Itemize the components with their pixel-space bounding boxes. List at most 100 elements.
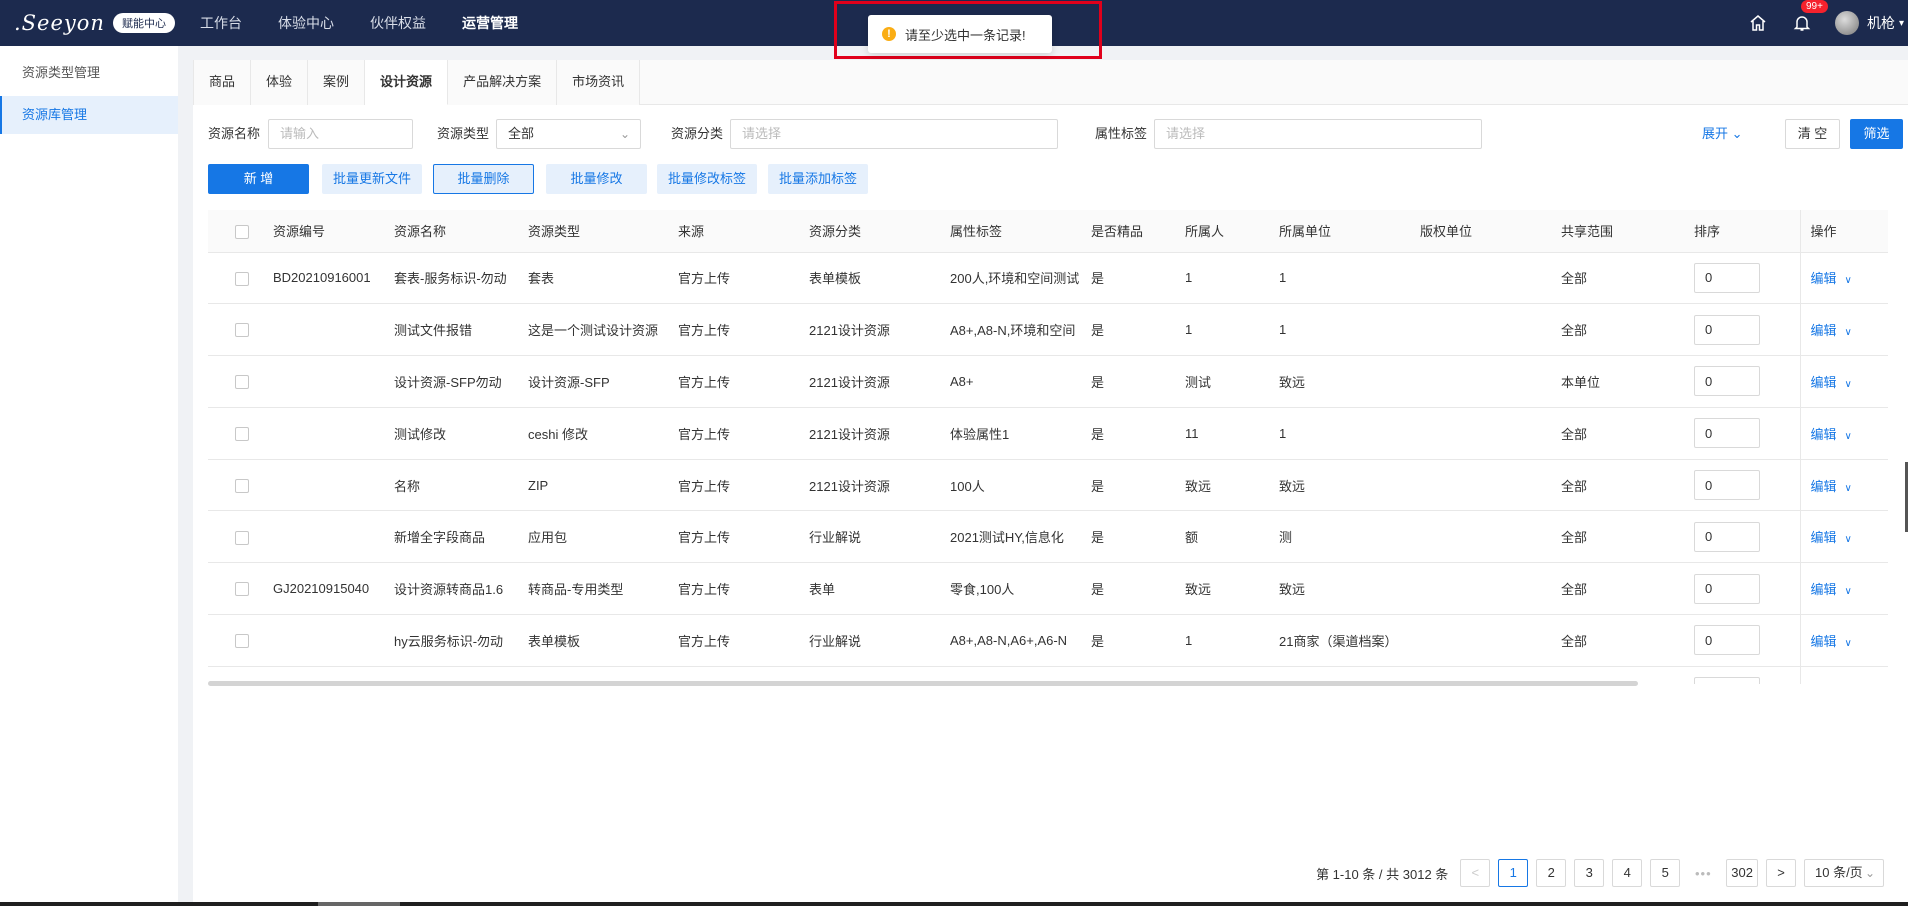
resource-name-input[interactable] xyxy=(280,120,412,147)
batch-delete-button[interactable]: 批量删除 xyxy=(433,164,534,194)
select-all-checkbox[interactable] xyxy=(235,224,249,239)
sort-input[interactable] xyxy=(1694,366,1760,397)
sort-input[interactable] xyxy=(1694,470,1760,501)
sort-input[interactable] xyxy=(1694,573,1760,604)
chevron-down-icon[interactable]: ▾ xyxy=(1899,18,1904,29)
tab-solutions[interactable]: 产品解决方案 xyxy=(448,60,558,105)
resource-type-cell: 这是一个测试设计资源 xyxy=(518,303,668,357)
attribute-tag-input[interactable] xyxy=(1166,120,1481,147)
chevron-down-icon: ⌄ xyxy=(1864,866,1875,880)
chevron-down-icon[interactable]: ∨ xyxy=(1845,586,1852,597)
page-size-select[interactable]: 10 条/页 ⌄ xyxy=(1804,859,1884,887)
edit-link[interactable]: 编辑 xyxy=(1811,530,1837,545)
clear-button[interactable]: 清 空 xyxy=(1785,119,1840,149)
row-checkbox[interactable] xyxy=(235,530,249,545)
page-button[interactable]: 2 xyxy=(1536,859,1567,887)
table-row[interactable]: BD20210916001 套表-服务标识-勿动 套表 官方上传 表单模板 200人,环境… xyxy=(208,252,1888,305)
page-button[interactable]: 1 xyxy=(1498,859,1529,887)
category-cell: 2121设计资源 xyxy=(799,355,940,408)
edit-link[interactable]: 编辑 xyxy=(1811,582,1837,597)
horizontal-scrollbar[interactable] xyxy=(208,681,1638,686)
edit-link[interactable]: 编辑 xyxy=(1811,634,1837,649)
tab-design-resources[interactable]: 设计资源 xyxy=(365,60,449,105)
sort-cell xyxy=(1684,510,1800,564)
home-icon[interactable] xyxy=(1747,12,1769,34)
sort-input[interactable] xyxy=(1694,625,1760,656)
table-row[interactable]: 名称ZIP官方上传2121设计资源100人是致远致远全部编辑∨ xyxy=(208,459,1888,512)
row-checkbox[interactable] xyxy=(235,634,249,649)
table-row[interactable]: 测试文件报错 这是一个测试设计资源 官方上传 2121设计资源 A8+,A8-N,环境和… xyxy=(208,303,1888,357)
row-checkbox[interactable] xyxy=(235,478,249,493)
next-page-button[interactable]: > xyxy=(1766,859,1796,887)
expand-toggle[interactable]: 展开 ⌄ xyxy=(1702,118,1743,150)
row-checkbox[interactable] xyxy=(235,271,249,286)
row-checkbox[interactable] xyxy=(235,323,249,338)
nav-item-partner[interactable]: 伙伴权益 xyxy=(352,0,444,46)
edit-link[interactable]: 编辑 xyxy=(1811,427,1837,442)
sidebar-item-resource-type[interactable]: 资源类型管理 xyxy=(0,54,178,92)
table-row[interactable]: hy云服务标识-勿动 表单模板 官方上传 行业解说 A8+,A8-N,A6+,A6-N 是… xyxy=(208,614,1888,667)
edit-link[interactable]: 编辑 xyxy=(1811,375,1837,390)
nav-item-operations[interactable]: 运营管理 xyxy=(444,0,536,46)
chevron-down-icon[interactable]: ∨ xyxy=(1845,483,1852,494)
table-row[interactable]: 设计资源-SFP勿动 设计资源-SFP 官方上传 2121设计资源 A8+ 是测试 致远 本单… xyxy=(208,355,1888,408)
sort-input[interactable] xyxy=(1694,521,1760,552)
table-row[interactable]: 新增全字段商品应用包官方上传行业解说2021测试HY,信息化是额测 全部 编辑 ∨ xyxy=(208,510,1888,564)
attribute-tag-field[interactable] xyxy=(1154,119,1482,149)
username[interactable]: 机枪 xyxy=(1867,13,1895,33)
page-button[interactable]: 302 xyxy=(1726,859,1758,887)
edit-link[interactable]: 编辑 xyxy=(1811,479,1837,494)
tags-cell: A8+,A8-N,A6+,A6-N xyxy=(940,614,1081,667)
resource-type-cell: 转商品-专用类型 xyxy=(518,562,668,616)
resource-type-select[interactable]: 全部 ⌄ xyxy=(496,119,641,149)
chevron-down-icon[interactable]: ∨ xyxy=(1845,431,1852,442)
nav-item-workbench[interactable]: 工作台 xyxy=(182,0,260,46)
batch-edit-button[interactable]: 批量修改 xyxy=(546,164,647,194)
edit-link[interactable]: 编辑 xyxy=(1811,271,1837,286)
nav-item-experience[interactable]: 体验中心 xyxy=(260,0,352,46)
chevron-down-icon[interactable]: ∨ xyxy=(1845,379,1852,390)
column-header: 操作 xyxy=(1799,210,1888,253)
page-button[interactable]: 5 xyxy=(1650,859,1681,887)
page-button[interactable]: 3 xyxy=(1574,859,1605,887)
sort-input[interactable] xyxy=(1694,418,1760,449)
toast-text: 请至少选中一条记录! xyxy=(905,27,1026,43)
row-checkbox[interactable] xyxy=(235,582,249,597)
brand-logo[interactable]: .Seeyon 赋能中心 xyxy=(0,11,182,35)
tab-experience[interactable]: 体验 xyxy=(251,60,309,105)
unit-cell: 21商家（渠道档案） xyxy=(1269,614,1410,667)
tab-bar: 商品 体验 案例 设计资源 产品解决方案 市场资讯 xyxy=(193,60,1908,105)
sort-input[interactable] xyxy=(1694,677,1760,684)
chevron-down-icon[interactable]: ∨ xyxy=(1845,534,1852,545)
prev-page-button[interactable]: < xyxy=(1460,859,1491,887)
add-button[interactable]: 新 增 xyxy=(208,164,309,194)
column-header: 排序 xyxy=(1684,210,1800,253)
sidebar-item-resource-library[interactable]: 资源库管理 xyxy=(0,96,178,134)
chevron-down-icon[interactable]: ∨ xyxy=(1845,275,1852,286)
page-ellipsis[interactable]: ••• xyxy=(1688,866,1718,881)
batch-add-tags-button[interactable]: 批量添加标签 xyxy=(768,164,868,194)
row-checkbox[interactable] xyxy=(235,427,249,442)
tab-goods[interactable]: 商品 xyxy=(193,60,252,105)
chevron-down-icon[interactable]: ∨ xyxy=(1845,327,1852,338)
chevron-down-icon[interactable]: ∨ xyxy=(1845,638,1852,649)
filter-button[interactable]: 筛选 xyxy=(1850,119,1903,149)
resource-category-field[interactable] xyxy=(730,119,1058,149)
edit-link[interactable]: 编辑 xyxy=(1811,323,1837,338)
resource-category-input[interactable] xyxy=(742,120,1057,147)
tab-cases[interactable]: 案例 xyxy=(308,60,366,105)
resource-type-cell: 应用包 xyxy=(518,510,668,564)
table-row[interactable]: GJ20210915040 设计资源转商品1.6 转商品-专用类型 官方上传 表单 零食,… xyxy=(208,562,1888,616)
tab-market-news[interactable]: 市场资讯 xyxy=(557,60,641,105)
table-row[interactable]: 测试修改ceshi 修改官方上传2121设计资源体验属性1是111全部编辑∨ xyxy=(208,407,1888,460)
sidebar: 资源类型管理 资源库管理 xyxy=(0,46,178,906)
batch-update-file-button[interactable]: 批量更新文件 xyxy=(322,164,422,194)
sort-input[interactable] xyxy=(1694,262,1760,293)
row-checkbox[interactable] xyxy=(235,375,249,390)
bell-icon[interactable]: 99+ xyxy=(1791,0,1828,34)
avatar[interactable] xyxy=(1834,11,1859,35)
page-button[interactable]: 4 xyxy=(1612,859,1643,887)
batch-edit-tags-button[interactable]: 批量修改标签 xyxy=(657,164,757,194)
sort-input[interactable] xyxy=(1694,314,1760,345)
resource-name-field[interactable] xyxy=(268,119,413,149)
